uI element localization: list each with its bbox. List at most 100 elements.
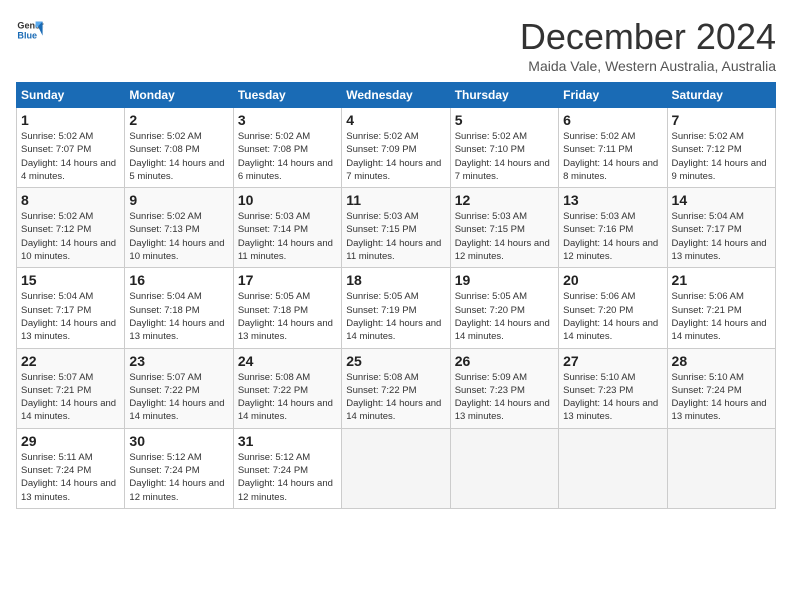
calendar-week-row: 29 Sunrise: 5:11 AMSunset: 7:24 PMDayligh… [17, 428, 776, 508]
calendar-week-row: 8 Sunrise: 5:02 AMSunset: 7:12 PMDaylight… [17, 188, 776, 268]
title-block: December 2024 Maida Vale, Western Austra… [520, 16, 776, 74]
day-number: 13 [563, 192, 662, 208]
calendar-cell: 13 Sunrise: 5:03 AMSunset: 7:16 PMDayligh… [559, 188, 667, 268]
day-info: Sunrise: 5:04 AMSunset: 7:17 PMDaylight:… [21, 290, 120, 343]
day-number: 22 [21, 353, 120, 369]
column-header-thursday: Thursday [450, 83, 558, 108]
calendar-cell: 21Sunrise: 5:06 AMSunset: 7:21 PMDayligh… [667, 268, 775, 348]
calendar-cell: 8 Sunrise: 5:02 AMSunset: 7:12 PMDaylight… [17, 188, 125, 268]
day-number: 8 [21, 192, 120, 208]
calendar-cell: 11 Sunrise: 5:03 AMSunset: 7:15 PMDayligh… [342, 188, 450, 268]
calendar-cell: 15Sunrise: 5:04 AMSunset: 7:17 PMDayligh… [17, 268, 125, 348]
day-number: 9 [129, 192, 228, 208]
day-info: Sunrise: 5:02 AMSunset: 7:13 PMDaylight:… [129, 210, 228, 263]
calendar-cell: 12 Sunrise: 5:03 AMSunset: 7:15 PMDayligh… [450, 188, 558, 268]
day-info: Sunrise: 5:02 AMSunset: 7:10 PMDaylight:… [455, 130, 554, 183]
day-number: 30 [129, 433, 228, 449]
calendar-cell: 4Sunrise: 5:02 AMSunset: 7:09 PMDaylight… [342, 108, 450, 188]
day-info: Sunrise: 5:02 AMSunset: 7:07 PMDaylight:… [21, 130, 120, 183]
day-number: 2 [129, 112, 228, 128]
calendar-cell: 17Sunrise: 5:05 AMSunset: 7:18 PMDayligh… [233, 268, 341, 348]
day-number: 3 [238, 112, 337, 128]
day-info: Sunrise: 5:05 AMSunset: 7:20 PMDaylight:… [455, 290, 554, 343]
month-title: December 2024 [520, 16, 776, 58]
calendar-cell: 5 Sunrise: 5:02 AMSunset: 7:10 PMDaylight… [450, 108, 558, 188]
calendar-week-row: 22 Sunrise: 5:07 AMSunset: 7:21 PMDayligh… [17, 348, 776, 428]
day-number: 4 [346, 112, 445, 128]
day-number: 19 [455, 272, 554, 288]
day-info: Sunrise: 5:03 AMSunset: 7:15 PMDaylight:… [346, 210, 445, 263]
calendar-cell: 28Sunrise: 5:10 AMSunset: 7:24 PMDayligh… [667, 348, 775, 428]
day-number: 29 [21, 433, 120, 449]
column-header-wednesday: Wednesday [342, 83, 450, 108]
calendar-cell: 23Sunrise: 5:07 AMSunset: 7:22 PMDayligh… [125, 348, 233, 428]
calendar-week-row: 1 Sunrise: 5:02 AMSunset: 7:07 PMDaylight… [17, 108, 776, 188]
calendar-cell: 30 Sunrise: 5:12 AMSunset: 7:24 PMDayligh… [125, 428, 233, 508]
calendar-header-row: SundayMondayTuesdayWednesdayThursdayFrid… [17, 83, 776, 108]
day-number: 31 [238, 433, 337, 449]
day-info: Sunrise: 5:02 AMSunset: 7:11 PMDaylight:… [563, 130, 662, 183]
day-info: Sunrise: 5:05 AMSunset: 7:18 PMDaylight:… [238, 290, 337, 343]
column-header-saturday: Saturday [667, 83, 775, 108]
day-info: Sunrise: 5:03 AMSunset: 7:15 PMDaylight:… [455, 210, 554, 263]
calendar-cell: 19 Sunrise: 5:05 AMSunset: 7:20 PMDayligh… [450, 268, 558, 348]
day-info: Sunrise: 5:03 AMSunset: 7:16 PMDaylight:… [563, 210, 662, 263]
day-number: 25 [346, 353, 445, 369]
day-info: Sunrise: 5:02 AMSunset: 7:08 PMDaylight:… [238, 130, 337, 183]
day-number: 14 [672, 192, 771, 208]
day-info: Sunrise: 5:09 AMSunset: 7:23 PMDaylight:… [455, 371, 554, 424]
calendar-cell: 26 Sunrise: 5:09 AMSunset: 7:23 PMDayligh… [450, 348, 558, 428]
calendar-week-row: 15Sunrise: 5:04 AMSunset: 7:17 PMDayligh… [17, 268, 776, 348]
day-number: 21 [672, 272, 771, 288]
day-number: 11 [346, 192, 445, 208]
day-info: Sunrise: 5:04 AMSunset: 7:18 PMDaylight:… [129, 290, 228, 343]
calendar-cell: 10 Sunrise: 5:03 AMSunset: 7:14 PMDayligh… [233, 188, 341, 268]
calendar-cell [342, 428, 450, 508]
day-number: 5 [455, 112, 554, 128]
day-info: Sunrise: 5:05 AMSunset: 7:19 PMDaylight:… [346, 290, 445, 343]
calendar-cell: 16 Sunrise: 5:04 AMSunset: 7:18 PMDayligh… [125, 268, 233, 348]
calendar-cell: 18 Sunrise: 5:05 AMSunset: 7:19 PMDayligh… [342, 268, 450, 348]
day-info: Sunrise: 5:08 AMSunset: 7:22 PMDaylight:… [346, 371, 445, 424]
column-header-monday: Monday [125, 83, 233, 108]
day-info: Sunrise: 5:02 AMSunset: 7:12 PMDaylight:… [672, 130, 771, 183]
day-number: 16 [129, 272, 228, 288]
svg-text:Blue: Blue [17, 30, 37, 40]
day-number: 20 [563, 272, 662, 288]
column-header-sunday: Sunday [17, 83, 125, 108]
logo: General Blue [16, 16, 44, 44]
day-number: 6 [563, 112, 662, 128]
column-header-tuesday: Tuesday [233, 83, 341, 108]
calendar-cell: 7Sunrise: 5:02 AMSunset: 7:12 PMDaylight… [667, 108, 775, 188]
calendar-cell: 22 Sunrise: 5:07 AMSunset: 7:21 PMDayligh… [17, 348, 125, 428]
calendar-cell [450, 428, 558, 508]
day-number: 1 [21, 112, 120, 128]
calendar-cell: 25 Sunrise: 5:08 AMSunset: 7:22 PMDayligh… [342, 348, 450, 428]
day-number: 26 [455, 353, 554, 369]
day-info: Sunrise: 5:10 AMSunset: 7:23 PMDaylight:… [563, 371, 662, 424]
day-number: 27 [563, 353, 662, 369]
day-info: Sunrise: 5:02 AMSunset: 7:12 PMDaylight:… [21, 210, 120, 263]
day-info: Sunrise: 5:07 AMSunset: 7:21 PMDaylight:… [21, 371, 120, 424]
day-number: 23 [129, 353, 228, 369]
day-info: Sunrise: 5:08 AMSunset: 7:22 PMDaylight:… [238, 371, 337, 424]
day-number: 12 [455, 192, 554, 208]
calendar-cell [667, 428, 775, 508]
calendar-cell: 27 Sunrise: 5:10 AMSunset: 7:23 PMDayligh… [559, 348, 667, 428]
day-info: Sunrise: 5:11 AMSunset: 7:24 PMDaylight:… [21, 451, 120, 504]
day-info: Sunrise: 5:12 AMSunset: 7:24 PMDaylight:… [129, 451, 228, 504]
calendar-cell: 9 Sunrise: 5:02 AMSunset: 7:13 PMDaylight… [125, 188, 233, 268]
calendar-cell: 2 Sunrise: 5:02 AMSunset: 7:08 PMDaylight… [125, 108, 233, 188]
calendar-cell: 6 Sunrise: 5:02 AMSunset: 7:11 PMDaylight… [559, 108, 667, 188]
calendar-cell: 14Sunrise: 5:04 AMSunset: 7:17 PMDayligh… [667, 188, 775, 268]
day-info: Sunrise: 5:10 AMSunset: 7:24 PMDaylight:… [672, 371, 771, 424]
day-number: 10 [238, 192, 337, 208]
calendar-cell: 1 Sunrise: 5:02 AMSunset: 7:07 PMDaylight… [17, 108, 125, 188]
day-info: Sunrise: 5:02 AMSunset: 7:08 PMDaylight:… [129, 130, 228, 183]
day-number: 18 [346, 272, 445, 288]
calendar-cell: 3 Sunrise: 5:02 AMSunset: 7:08 PMDaylight… [233, 108, 341, 188]
day-info: Sunrise: 5:03 AMSunset: 7:14 PMDaylight:… [238, 210, 337, 263]
calendar-table: SundayMondayTuesdayWednesdayThursdayFrid… [16, 82, 776, 509]
page-header: General Blue December 2024 Maida Vale, W… [16, 16, 776, 74]
day-number: 24 [238, 353, 337, 369]
